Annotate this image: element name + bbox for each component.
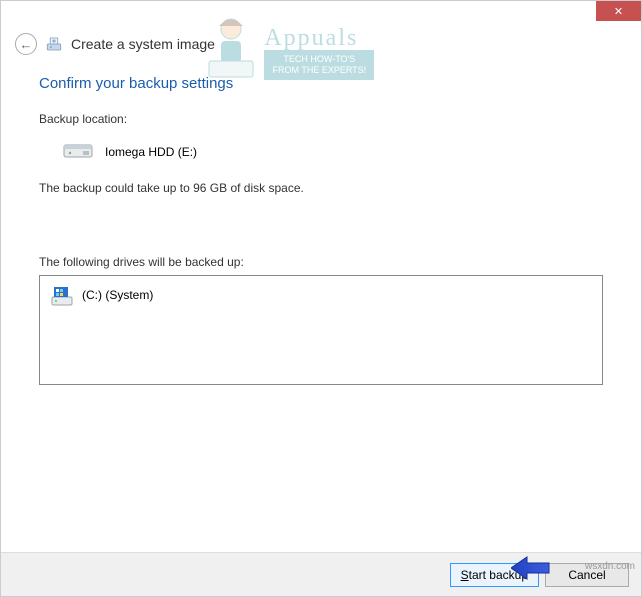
drives-label: The following drives will be backed up: bbox=[39, 255, 603, 269]
page-title: Create a system image bbox=[71, 36, 215, 52]
list-item: (C:) (System) bbox=[48, 282, 594, 308]
backup-location-row: Iomega HDD (E:) bbox=[39, 140, 603, 163]
start-backup-button[interactable]: Start backup bbox=[450, 563, 539, 587]
drive-label: (C:) (System) bbox=[82, 288, 153, 302]
backup-location-value: Iomega HDD (E:) bbox=[105, 145, 197, 159]
drives-list: (C:) (System) bbox=[39, 275, 603, 385]
watermark-site: wsxdn.com bbox=[585, 561, 635, 572]
back-button[interactable]: ← bbox=[15, 33, 37, 55]
back-arrow-icon: ← bbox=[20, 37, 33, 52]
backup-location-label: Backup location: bbox=[39, 112, 603, 126]
disk-space-text: The backup could take up to 96 GB of dis… bbox=[39, 181, 603, 195]
system-image-icon bbox=[45, 35, 63, 53]
hard-drive-icon bbox=[63, 140, 93, 163]
window-titlebar: ✕ bbox=[1, 1, 641, 29]
confirm-heading: Confirm your backup settings bbox=[39, 75, 603, 92]
button-bar: Start backup Cancel bbox=[1, 552, 641, 596]
content-area: Confirm your backup settings Backup loca… bbox=[1, 65, 641, 385]
close-icon: ✕ bbox=[614, 5, 623, 18]
system-drive-icon bbox=[50, 284, 72, 306]
header: ← Create a system image bbox=[1, 29, 641, 65]
close-button[interactable]: ✕ bbox=[596, 1, 641, 21]
